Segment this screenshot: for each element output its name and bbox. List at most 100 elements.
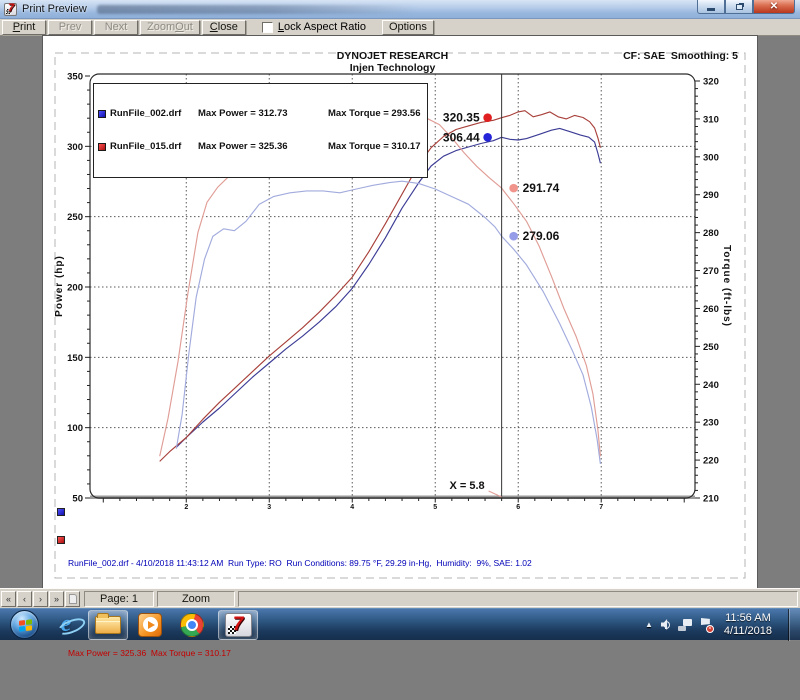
taskbar-item-winpep[interactable]: 7 <box>218 610 258 640</box>
run-color-swatch-red <box>57 536 65 544</box>
torque-tick-label: 210 <box>703 494 719 505</box>
x-tick-label: 7 <box>599 504 603 511</box>
hidden-icons-arrow[interactable]: ▲ <box>645 620 653 629</box>
power-tick-label: 50 <box>72 494 83 505</box>
power-tick-label: 100 <box>67 423 83 434</box>
first-page-button[interactable]: « <box>1 591 16 607</box>
close-preview-button[interactable]: Close <box>202 20 246 35</box>
lock-aspect-ratio-label: Lock Aspect Ratio <box>278 21 366 33</box>
preview-background: 23456735030025020015010050Power (hp)3203… <box>0 36 800 588</box>
taskbar-item-windows-explorer[interactable] <box>88 610 128 640</box>
legend-file-name: RunFile_015.drf <box>110 141 198 152</box>
run-max-line: Max Power = 325.36 Max Torque = 310.17 <box>68 648 528 658</box>
status-filler-panel <box>238 591 798 607</box>
folder-icon <box>95 616 121 634</box>
cursor-marker-label: 279.06 <box>523 229 560 243</box>
windows-flag-icon <box>19 619 32 631</box>
action-center-flag-icon[interactable]: × <box>700 618 712 631</box>
torque-tick-label: 250 <box>703 342 719 353</box>
close-icon: ✕ <box>770 1 778 12</box>
title-bar: 7 Print Preview ✕ <box>0 0 800 19</box>
cursor-marker-dot <box>483 133 492 142</box>
zoom-indicator: Zoom <box>157 591 235 607</box>
torque-tick-label: 240 <box>703 380 719 391</box>
restore-icon <box>736 4 743 10</box>
taskbar-item-chrome[interactable] <box>172 610 212 640</box>
print-preview-toolbar: Print Prev Next Zoom Out Close Lock Aspe… <box>0 19 800 36</box>
restore-button[interactable] <box>725 0 753 14</box>
power-tick-label: 300 <box>67 142 83 153</box>
print-button[interactable]: Print <box>2 20 46 35</box>
start-button[interactable] <box>10 610 39 639</box>
last-page-button[interactable]: » <box>49 591 64 607</box>
report-page: 23456735030025020015010050Power (hp)3203… <box>43 36 757 588</box>
cursor-marker-dot <box>509 184 518 193</box>
legend-swatch-red <box>98 143 106 151</box>
volume-icon[interactable] <box>661 619 670 630</box>
status-bar: « ‹ › » Page: 1 Zoom <box>0 588 800 608</box>
close-button[interactable]: ✕ <box>753 0 795 14</box>
chrome-icon <box>180 613 204 637</box>
cursor-marker-label: 306.44 <box>443 130 480 144</box>
torque-tick-label: 260 <box>703 304 719 315</box>
torque-tick-label: 310 <box>703 114 719 125</box>
cursor-marker-label: 320.35 <box>443 111 480 125</box>
taskbar-item-media-player[interactable] <box>130 610 170 640</box>
previous-page-button[interactable]: ‹ <box>17 591 32 607</box>
clock-date: 4/11/2018 <box>724 625 772 638</box>
clock-time: 11:56 AM <box>724 612 772 625</box>
power-tick-label: 200 <box>67 283 83 294</box>
report-subtitle: Injen Technology <box>90 62 695 74</box>
run-color-swatch-blue <box>57 508 65 516</box>
lock-aspect-ratio-checkbox[interactable] <box>262 22 273 33</box>
correction-smoothing-note: CF: SAE Smoothing: 5 <box>623 50 738 62</box>
page-indicator: Page: 1 <box>84 591 154 607</box>
legend-row: RunFile_002.drf Max Power = 312.73 Max T… <box>98 108 421 119</box>
chart-legend: RunFile_002.drf Max Power = 312.73 Max T… <box>93 83 428 178</box>
alert-badge: × <box>706 625 714 633</box>
legend-max-torque: Max Torque = 310.17 <box>328 141 421 152</box>
torque-tick-label: 280 <box>703 228 719 239</box>
next-page-button[interactable]: Next <box>94 20 138 35</box>
document-path-blurred <box>97 5 417 14</box>
legend-row: RunFile_015.drf Max Power = 325.36 Max T… <box>98 141 421 152</box>
show-desktop-button[interactable] <box>788 609 800 641</box>
system-tray: ▲ × 11:56 AM 4/11/2018 <box>645 609 800 641</box>
power-tick-label: 150 <box>67 353 83 364</box>
torque-tick-label: 220 <box>703 456 719 467</box>
zoom-out-button[interactable]: Zoom Out <box>140 20 200 35</box>
app-icon: 7 <box>4 3 17 16</box>
power-tick-label: 250 <box>67 212 83 223</box>
export-page-button[interactable] <box>65 591 80 607</box>
options-button[interactable]: Options <box>382 20 434 35</box>
minimize-button[interactable] <box>697 0 725 14</box>
cursor-marker-label: 291.74 <box>523 181 560 195</box>
legend-max-power: Max Power = 312.73 <box>198 108 328 119</box>
media-player-icon <box>138 613 162 637</box>
power-tick-label: 350 <box>67 72 83 83</box>
legend-max-torque: Max Torque = 293.56 <box>328 108 421 119</box>
window-controls: ✕ <box>697 0 795 14</box>
torque-tick-label: 230 <box>703 418 719 429</box>
report-title: DYNOJET RESEARCH <box>90 50 695 62</box>
prev-page-button[interactable]: Prev <box>48 20 92 35</box>
power-axis-title: Power (hp) <box>54 255 65 317</box>
taskbar-item-internet-explorer[interactable]: e <box>46 610 86 640</box>
legend-file-name: RunFile_002.drf <box>110 108 198 119</box>
taskbar-clock[interactable]: 11:56 AM 4/11/2018 <box>724 612 772 638</box>
internet-explorer-icon: e <box>61 611 72 638</box>
legend-swatch-blue <box>98 110 106 118</box>
cursor-marker-dot <box>509 232 518 241</box>
torque-axis-title: Torque (ft-lbs) <box>721 245 732 327</box>
next-page-button[interactable]: › <box>33 591 48 607</box>
windows-taskbar: e 7 ▲ × 11:56 AM 4/11/2018 <box>0 608 800 640</box>
torque-tick-label: 300 <box>703 152 719 163</box>
legend-max-power: Max Power = 325.36 <box>198 141 328 152</box>
document-icon <box>69 594 77 604</box>
lock-aspect-ratio-control: Lock Aspect Ratio <box>262 21 366 33</box>
torque-tick-label: 270 <box>703 266 719 277</box>
cursor-marker-dot <box>483 113 492 122</box>
curve-torque-2 <box>176 181 600 464</box>
cursor-x-label: X = 5.8 <box>449 480 484 492</box>
network-icon[interactable] <box>678 619 692 631</box>
